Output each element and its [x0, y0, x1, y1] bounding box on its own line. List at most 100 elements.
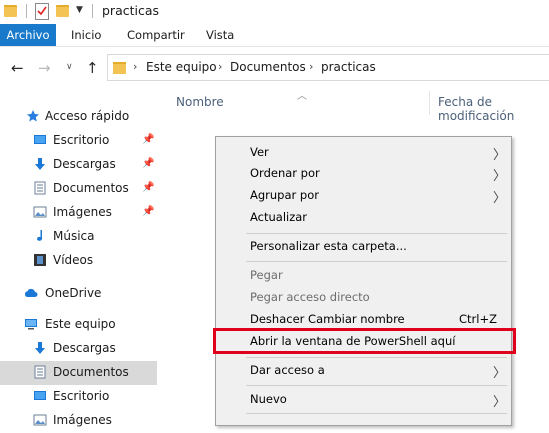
pin-icon[interactable]: 📌 [142, 182, 154, 193]
quick-access-separator [26, 4, 27, 18]
menu-item-label: Actualizar [250, 210, 308, 224]
submenu-arrow-icon: 〉 [493, 366, 507, 381]
context-menu: Ver 〉 Ordenar por 〉 Agrupar por 〉 Actual… [215, 136, 512, 426]
sidebar-item-pc-imagenes[interactable]: Imágenes [0, 409, 157, 433]
navigation-bar: ← → ∨ ↑ › Este equipo › Documentos › pra… [0, 47, 549, 87]
customize-quick-access-icon[interactable]: ▼ [76, 5, 83, 15]
menu-item-label: Pegar acceso directo [250, 290, 370, 304]
menu-item-pegar[interactable]: Pegar [216, 265, 511, 287]
menu-item-label: Pegar [250, 268, 283, 282]
sidebar-item-onedrive[interactable]: OneDrive [0, 282, 157, 306]
breadcrumb-practicas[interactable]: practicas [321, 60, 376, 74]
menu-item-label: Ver [250, 145, 269, 159]
menu-separator [246, 357, 507, 358]
address-bar[interactable]: › Este equipo › Documentos › practicas [107, 54, 549, 81]
folder-icon[interactable] [4, 5, 17, 17]
menu-item-pegar-acceso-directo[interactable]: Pegar acceso directo [216, 287, 511, 309]
sidebar-label: Descargas [53, 341, 116, 355]
document-icon [34, 181, 46, 195]
download-arrow-icon [35, 158, 45, 170]
menu-separator [246, 413, 507, 414]
menu-item-label: Personalizar esta carpeta... [250, 239, 407, 253]
menu-item-nuevo[interactable]: Nuevo 〉 [216, 389, 511, 411]
menu-item-label: Agrupar por [250, 188, 319, 202]
film-icon [34, 254, 46, 266]
navigation-pane: Acceso rápido Escritorio 📌 Descargas 📌 D… [0, 100, 157, 427]
sidebar-item-acceso-rapido[interactable]: Acceso rápido [0, 105, 157, 129]
menu-separator [246, 261, 507, 262]
sidebar-item-imagenes[interactable]: Imágenes 📌 [0, 201, 157, 225]
ribbon-tabs: Archivo Inicio Compartir Vista [0, 24, 549, 47]
recent-locations-chevron-icon[interactable]: ∨ [66, 62, 73, 72]
column-divider[interactable] [429, 91, 430, 115]
forward-arrow-icon[interactable]: → [38, 59, 51, 77]
cloud-icon [24, 288, 38, 297]
music-note-icon [37, 230, 42, 241]
sidebar-item-escritorio[interactable]: Escritorio 📌 [0, 129, 157, 153]
menu-item-label: Dar acceso a [250, 363, 325, 377]
submenu-arrow-icon: 〉 [493, 169, 507, 184]
column-header-nombre[interactable]: Nombre [176, 95, 224, 109]
menu-item-dar-acceso-a[interactable]: Dar acceso a 〉 [216, 360, 511, 382]
menu-item-agrupar-por[interactable]: Agrupar por 〉 [216, 185, 511, 207]
sidebar-item-musica[interactable]: Música [0, 225, 157, 249]
sidebar-item-pc-descargas[interactable]: Descargas [0, 337, 157, 361]
back-arrow-icon[interactable]: ← [11, 59, 24, 77]
menu-item-label: Deshacer Cambiar nombre [250, 312, 405, 326]
breadcrumb-separator[interactable]: › [218, 60, 222, 73]
tab-vista[interactable]: Vista [206, 24, 234, 46]
sidebar-label: Escritorio [53, 133, 110, 147]
menu-item-personalizar[interactable]: Personalizar esta carpeta... [216, 236, 511, 258]
desktop-icon [34, 391, 46, 400]
breadcrumb-este-equipo[interactable]: Este equipo [146, 60, 217, 74]
document-icon [34, 365, 46, 379]
sidebar-item-descargas[interactable]: Descargas 📌 [0, 153, 157, 177]
address-folder-icon [113, 62, 126, 74]
sidebar-label: Acceso rápido [45, 109, 130, 123]
breadcrumb-separator[interactable]: › [309, 60, 313, 73]
menu-item-ordenar-por[interactable]: Ordenar por 〉 [216, 163, 511, 185]
pictures-icon [33, 206, 47, 218]
sidebar-item-este-equipo[interactable]: Este equipo [0, 313, 157, 337]
sidebar-label: Música [53, 229, 95, 243]
tab-archivo[interactable]: Archivo [0, 24, 56, 46]
pictures-icon [33, 414, 47, 426]
menu-item-shortcut: Ctrl+Z [459, 312, 497, 326]
up-arrow-icon[interactable]: ↑ [86, 59, 99, 77]
sidebar-label: Este equipo [45, 317, 116, 331]
annotation-highlight-box [213, 328, 516, 354]
pin-icon[interactable]: 📌 [142, 206, 154, 217]
pin-icon[interactable]: 📌 [142, 134, 154, 145]
properties-check-icon[interactable] [35, 3, 49, 20]
menu-item-label: Ordenar por [250, 166, 320, 180]
tab-inicio[interactable]: Inicio [71, 24, 101, 46]
menu-separator [246, 233, 507, 234]
column-header-fecha[interactable]: Fecha de modificación [438, 95, 549, 123]
breadcrumb-separator[interactable]: › [133, 60, 137, 73]
star-icon [27, 110, 39, 122]
pin-icon[interactable]: 📌 [142, 158, 154, 169]
desktop-icon [34, 135, 46, 144]
submenu-arrow-icon: 〉 [493, 395, 507, 410]
menu-item-label: Nuevo [250, 392, 287, 406]
sidebar-item-videos[interactable]: Vídeos [0, 249, 157, 273]
submenu-arrow-icon: 〉 [493, 191, 507, 206]
sidebar-item-pc-documentos[interactable]: Documentos [0, 361, 157, 385]
sort-ascending-icon: ︿ [297, 91, 307, 102]
new-folder-icon[interactable] [56, 5, 69, 17]
sidebar-label: Vídeos [53, 253, 94, 267]
submenu-arrow-icon: 〉 [493, 148, 507, 163]
breadcrumb-documentos[interactable]: Documentos [230, 60, 306, 74]
menu-item-ver[interactable]: Ver 〉 [216, 142, 511, 164]
sidebar-label: Imágenes [53, 205, 112, 219]
sidebar-item-documentos[interactable]: Documentos 📌 [0, 177, 157, 201]
sidebar-item-pc-escritorio[interactable]: Escritorio [0, 385, 157, 409]
sidebar-label: Escritorio [53, 389, 110, 403]
download-arrow-icon [35, 342, 45, 354]
sidebar-label: Documentos [53, 181, 129, 195]
sidebar-label: Descargas [53, 157, 116, 171]
tab-compartir[interactable]: Compartir [127, 24, 185, 46]
title-separator [92, 4, 93, 18]
sidebar-label: Imágenes [53, 413, 112, 427]
menu-item-actualizar[interactable]: Actualizar [216, 207, 511, 229]
